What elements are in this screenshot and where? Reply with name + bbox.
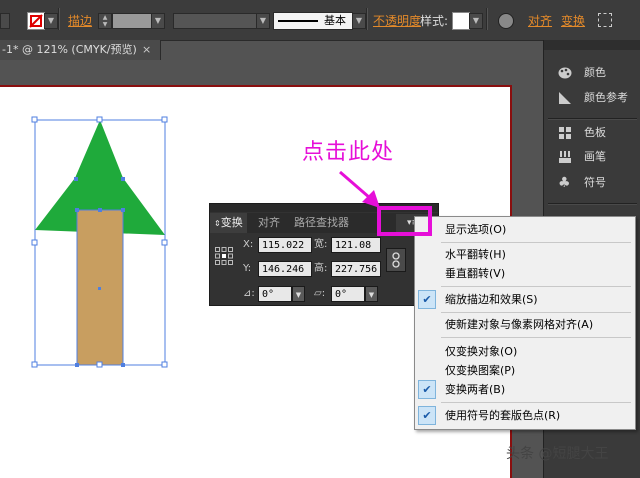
dock-item-symbols[interactable]: ♣ 符号: [544, 172, 640, 194]
reference-point-grid[interactable]: [215, 247, 233, 265]
stroke-none-swatch[interactable]: [27, 12, 45, 30]
brush-profile-label: 基本: [324, 14, 346, 27]
menu-item-use-registration-point[interactable]: ✔ 使用符号的套版色点(R): [415, 406, 635, 425]
no-stroke-icon: [29, 14, 43, 28]
graphic-style-swatch[interactable]: [452, 12, 470, 30]
dock-item-brushes[interactable]: 画笔: [544, 146, 640, 168]
brush-definition-dropdown[interactable]: ▼: [352, 13, 366, 29]
dock-item-label: 颜色参考: [584, 91, 628, 104]
tab-pathfinder[interactable]: 路径查找器: [290, 213, 353, 233]
tab-align[interactable]: 对齐: [254, 213, 284, 233]
isolate-selected-icon[interactable]: [598, 13, 612, 27]
watermark: 头条 @短腿大王: [506, 446, 609, 462]
brush-definition-box[interactable]: 基本: [273, 12, 353, 30]
palette-icon: [558, 67, 572, 79]
dock-item-label: 颜色: [584, 66, 606, 79]
swatches-grid-icon: [559, 127, 571, 139]
stroke-swatch-dropdown[interactable]: ▼: [44, 13, 58, 29]
dock-item-label: 画笔: [584, 150, 606, 163]
width-input[interactable]: 121.08 p: [331, 237, 381, 253]
menu-item-show-options[interactable]: 显示选项(O): [415, 220, 635, 239]
stroke-weight-stepper[interactable]: ▲ ▼: [98, 13, 112, 29]
menu-item-transform-both[interactable]: ✔ 变换两者(B): [415, 380, 635, 399]
opacity-link[interactable]: 不透明度: [373, 12, 421, 29]
graphic-style-dropdown[interactable]: ▼: [469, 13, 483, 29]
document-tab[interactable]: -1* @ 121% (CMYK/预览): [0, 40, 161, 60]
club-symbol-icon: ♣: [558, 175, 571, 191]
menu-item-flip-vertical[interactable]: 垂直翻转(V): [415, 264, 635, 283]
checkmark-icon: ✔: [418, 406, 436, 425]
tab-transform-label: 变换: [220, 216, 243, 229]
color-guide-icon: [559, 92, 571, 104]
align-link[interactable]: 对齐: [528, 12, 552, 29]
highlight-box: [377, 206, 432, 236]
checkmark-icon: ✔: [418, 290, 436, 309]
y-input[interactable]: 146.246: [258, 261, 312, 277]
brush-icon: [559, 151, 571, 163]
x-input[interactable]: 115.022: [258, 237, 312, 253]
width-label: 宽:: [314, 239, 328, 250]
shear-angle-dropdown[interactable]: ▼: [365, 286, 378, 302]
close-document-icon[interactable]: ×: [142, 40, 151, 60]
menu-item-scale-strokes-effects[interactable]: ✔ 缩放描边和效果(S): [415, 290, 635, 309]
rotate-angle-dropdown[interactable]: ▼: [292, 286, 305, 302]
stroke-weight-dropdown[interactable]: ▼: [151, 13, 165, 29]
dock-item-label: 色板: [584, 126, 606, 139]
menu-item-flip-horizontal[interactable]: 水平翻转(H): [415, 245, 635, 264]
style-label: 样式:: [420, 14, 449, 28]
dock-item-color[interactable]: 颜色: [544, 62, 640, 84]
variable-width-dropdown[interactable]: ▼: [256, 13, 270, 29]
constrain-proportions-button[interactable]: [386, 248, 406, 272]
dock-item-label: 符号: [584, 176, 606, 189]
x-label: X:: [243, 239, 254, 250]
stroke-link[interactable]: 描边: [68, 12, 92, 29]
shear-angle-icon: ▱:: [314, 288, 326, 299]
transform-panel-menu: 显示选项(O) 水平翻转(H) 垂直翻转(V) ✔ 缩放描边和效果(S) 使新建…: [414, 216, 636, 430]
menu-item-transform-object-only[interactable]: 仅变换对象(O): [415, 342, 635, 361]
menu-item-align-to-pixel-grid[interactable]: 使新建对象与像素网格对齐(A): [415, 315, 635, 334]
dock-item-color-guide[interactable]: 颜色参考: [544, 87, 640, 109]
rotate-angle-input[interactable]: 0°: [258, 286, 292, 302]
variable-width-profile[interactable]: [173, 13, 257, 29]
height-label: 高:: [314, 263, 328, 274]
dock-item-swatches[interactable]: 色板: [544, 122, 640, 144]
link-chain-icon: [392, 252, 400, 268]
y-label: Y:: [243, 263, 252, 274]
document-tab-title: -1* @ 121% (CMYK/预览): [2, 43, 137, 56]
dock-collapse-bar[interactable]: [544, 40, 640, 50]
tree-artwork[interactable]: [0, 60, 210, 380]
recolor-artwork-icon[interactable]: [498, 13, 514, 29]
shear-angle-input[interactable]: 0°: [331, 286, 365, 302]
rotate-angle-icon: ⊿:: [243, 288, 255, 299]
tab-transform[interactable]: ⇕变换: [210, 213, 247, 233]
tab-expand-icon: ⇕: [214, 219, 221, 228]
checkmark-icon: ✔: [418, 380, 436, 399]
menu-item-transform-pattern-only[interactable]: 仅变换图案(P): [415, 361, 635, 380]
control-bar: ▼ 描边 ▲ ▼ ▼ ▼ 基本 ▼ 不透明度 样式: ▼ 对齐 变换: [0, 0, 640, 41]
brush-line-preview: [278, 20, 318, 22]
transform-link[interactable]: 变换: [561, 12, 585, 29]
fill-swatch-arrow[interactable]: [0, 13, 10, 29]
stroke-weight-input[interactable]: [112, 13, 152, 29]
callout-text: 点击此处: [302, 140, 395, 165]
height-input[interactable]: 227.756: [331, 261, 381, 277]
